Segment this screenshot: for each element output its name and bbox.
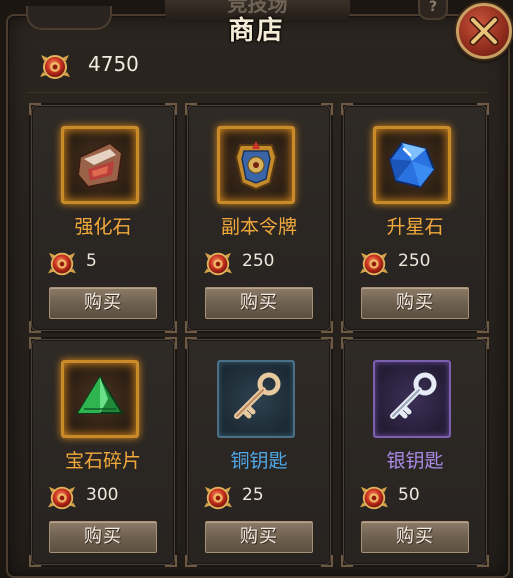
item-grid: 强化石 5 购买 副本令牌 250 购买 升星石 250 购买 宝石碎片 300… — [26, 92, 489, 567]
shop-item-card: 银钥匙 50 购买 — [341, 337, 489, 567]
close-icon — [469, 16, 499, 46]
price-value: 5 — [86, 251, 97, 271]
red-dragon-coin-icon — [204, 250, 232, 278]
red-dragon-coin-icon — [360, 250, 388, 278]
item-icon-frame[interactable] — [373, 360, 451, 438]
buy-button[interactable]: 购买 — [361, 521, 469, 553]
red-dragon-coin-icon — [48, 484, 76, 512]
price-value: 250 — [242, 251, 275, 271]
price-value: 50 — [398, 485, 420, 505]
item-icon-frame[interactable] — [61, 360, 139, 438]
shop-item-card: 强化石 5 购买 — [29, 103, 177, 333]
red-dragon-coin-icon — [360, 484, 388, 512]
buy-button[interactable]: 购买 — [49, 521, 157, 553]
buy-button[interactable]: 购买 — [205, 521, 313, 553]
dungeon-token-icon — [234, 141, 278, 191]
price-value: 25 — [242, 485, 264, 505]
currency-amount: 4750 — [88, 52, 139, 76]
blue-gem-icon — [388, 141, 436, 189]
item-name: 宝石碎片 — [64, 450, 141, 472]
buy-button[interactable]: 购买 — [205, 287, 313, 319]
red-dragon-coin-icon — [204, 484, 232, 512]
item-name: 升星石 — [386, 216, 444, 238]
item-name: 副本令牌 — [220, 216, 297, 238]
item-icon-frame[interactable] — [217, 360, 295, 438]
item-name: 铜钥匙 — [230, 450, 288, 472]
shop-item-card: 宝石碎片 300 购买 — [29, 337, 177, 567]
shop-item-card: 升星石 250 购买 — [341, 103, 489, 333]
item-icon-frame[interactable] — [61, 126, 139, 204]
item-icon-frame[interactable] — [217, 126, 295, 204]
shop-item-card: 副本令牌 250 购买 — [185, 103, 333, 333]
green-gem-icon — [76, 375, 124, 414]
shop-title: 商店 — [228, 16, 285, 46]
item-name: 银钥匙 — [386, 450, 444, 472]
item-icon-frame[interactable] — [373, 126, 451, 204]
buy-button[interactable]: 购买 — [49, 287, 157, 319]
red-dragon-coin-icon — [48, 250, 76, 278]
red-dragon-coin-icon — [40, 52, 70, 82]
price-value: 250 — [398, 251, 431, 271]
forge-stone-icon — [76, 141, 124, 189]
item-name: 强化石 — [74, 216, 132, 238]
silver-key-icon — [390, 372, 437, 419]
buy-button[interactable]: 购买 — [361, 287, 469, 319]
close-button[interactable] — [456, 3, 512, 59]
shop-item-card: 铜钥匙 25 购买 — [185, 337, 333, 567]
price-value: 300 — [86, 485, 119, 505]
copper-key-icon — [234, 372, 281, 419]
